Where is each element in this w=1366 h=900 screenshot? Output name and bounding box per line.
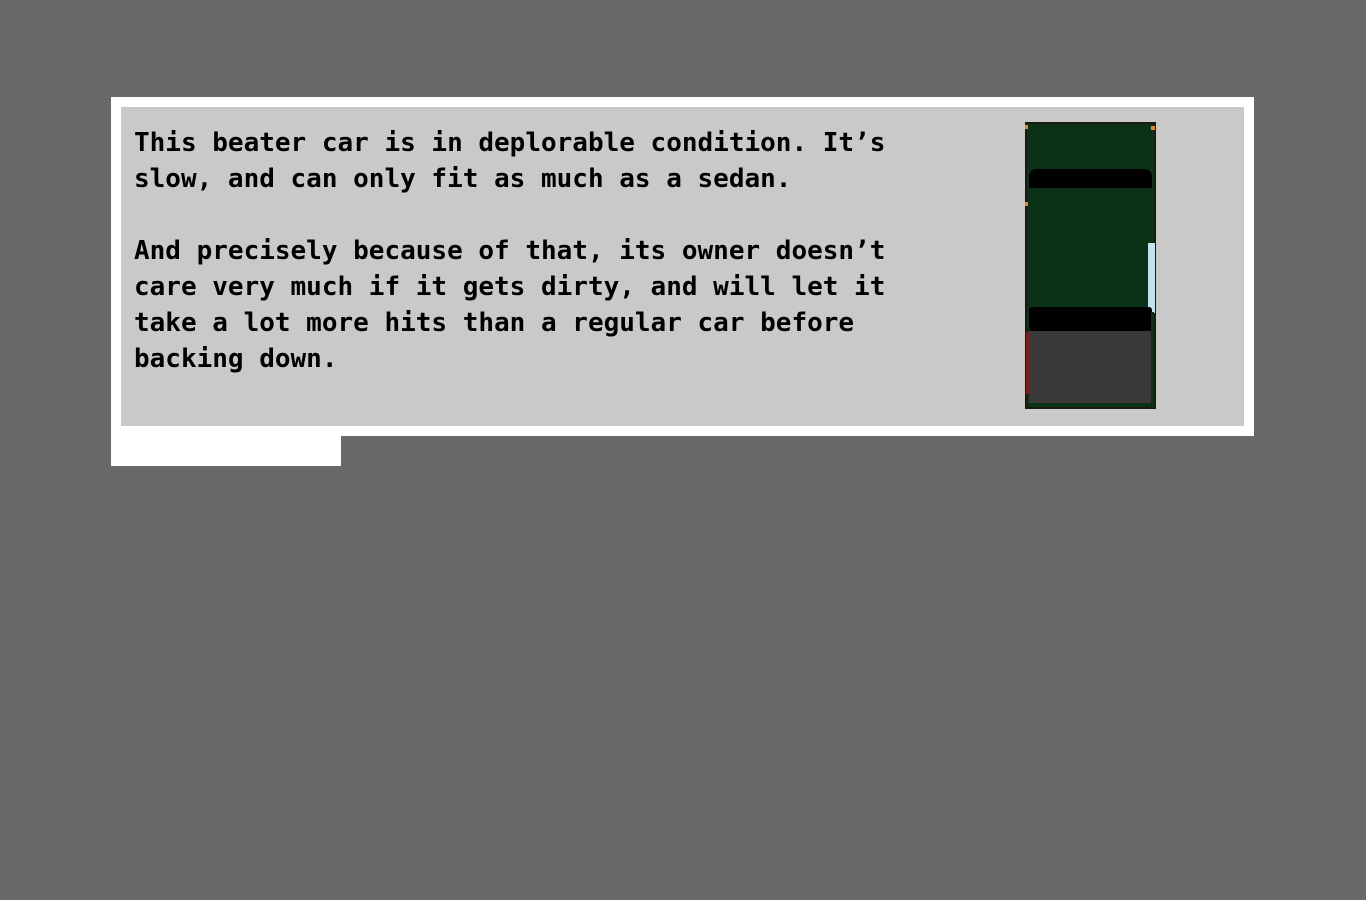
description-dialog: This beater car is in deplorable conditi… bbox=[111, 97, 1254, 436]
headlight-left bbox=[1025, 125, 1028, 129]
dialog-tab bbox=[111, 436, 341, 466]
game-screen: This beater car is in deplorable conditi… bbox=[0, 0, 1366, 900]
rear-quarter bbox=[1151, 312, 1154, 402]
rear-window bbox=[1029, 307, 1152, 331]
rust-patch bbox=[1026, 332, 1029, 394]
trunk-panel bbox=[1029, 331, 1151, 403]
rear-bumper bbox=[1028, 403, 1153, 407]
dialog-content: This beater car is in deplorable conditi… bbox=[121, 107, 1244, 426]
beater-car-icon bbox=[1025, 122, 1156, 409]
headlight-right bbox=[1151, 126, 1155, 130]
side-glass bbox=[1148, 243, 1155, 313]
side-light bbox=[1025, 202, 1028, 206]
description-paragraph-2: And precisely because of that, its owner… bbox=[134, 236, 886, 374]
description-paragraph-1: This beater car is in deplorable conditi… bbox=[134, 128, 886, 194]
vehicle-description: This beater car is in deplorable conditi… bbox=[134, 125, 934, 377]
windshield bbox=[1029, 169, 1152, 188]
